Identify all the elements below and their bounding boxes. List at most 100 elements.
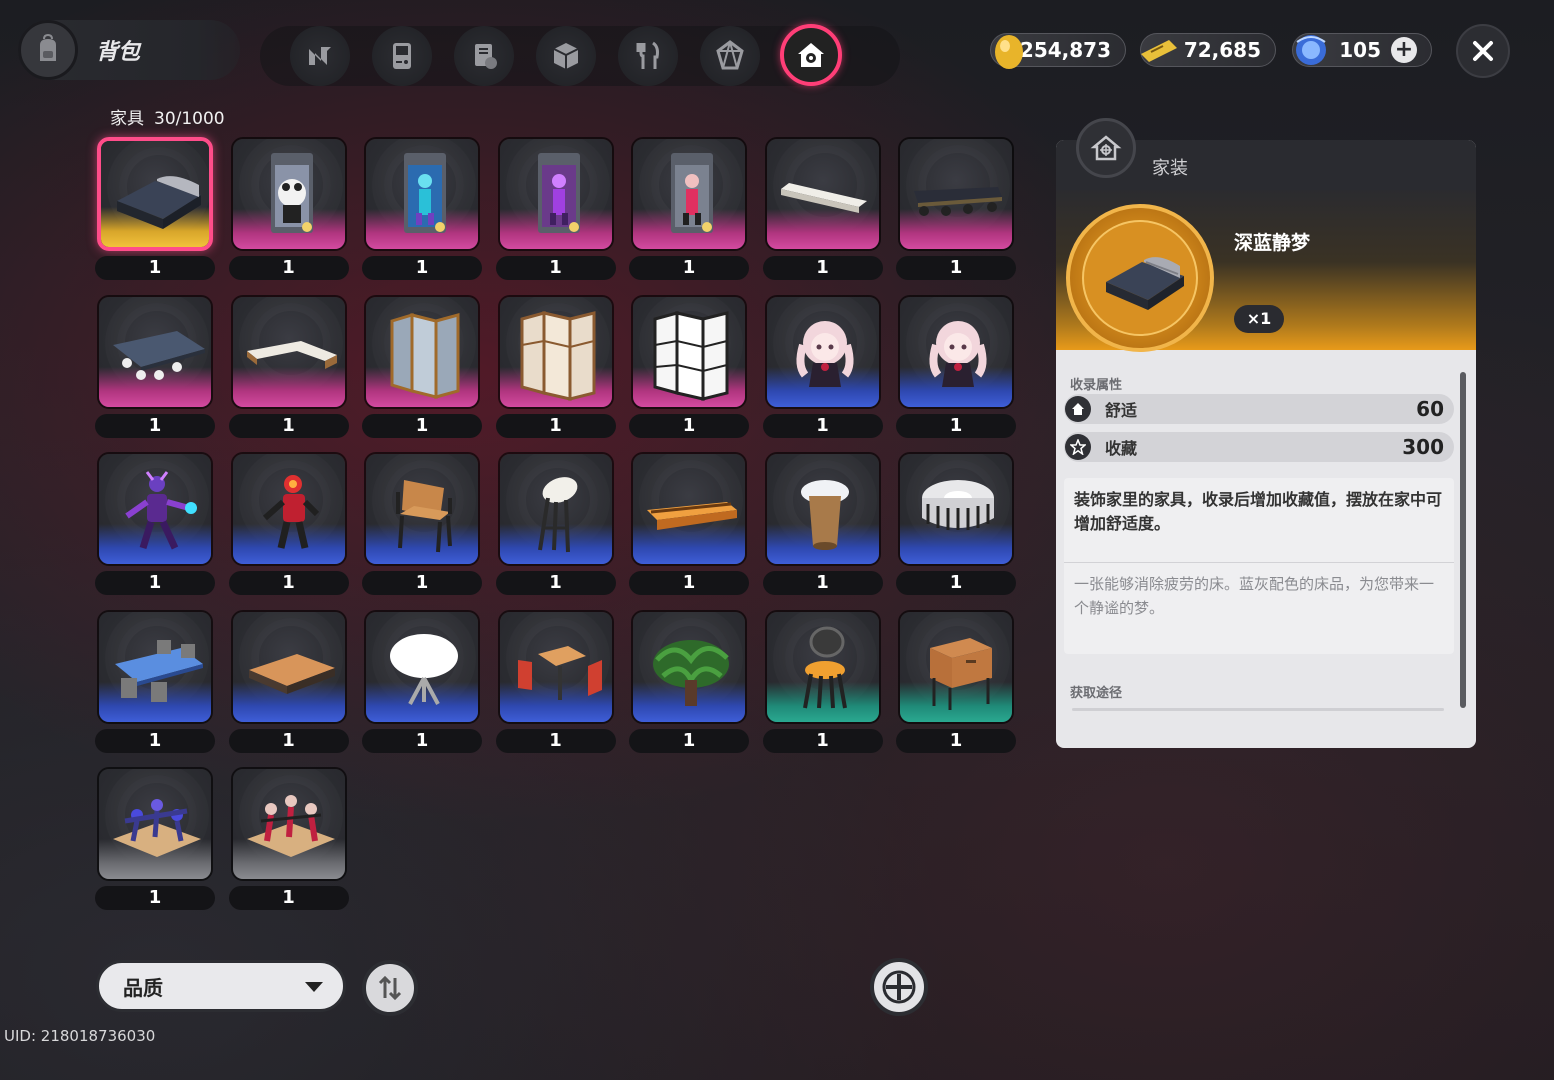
item-card-doll-girl[interactable] [764, 294, 881, 409]
item-card-figure-purple[interactable] [97, 452, 213, 566]
wood-platform-icon [248, 653, 335, 694]
item-card-cafe-set[interactable] [497, 609, 614, 724]
inventory-slot[interactable]: 1 [491, 447, 625, 602]
category-tab-strip [260, 24, 900, 86]
close-button[interactable] [1456, 24, 1510, 78]
item-card-table-black[interactable] [898, 137, 1014, 251]
crystal-icon [716, 40, 744, 70]
item-count: 1 [95, 256, 215, 280]
tab-furniture[interactable] [780, 24, 842, 86]
item-card-plant[interactable] [631, 609, 747, 724]
inventory-slot[interactable]: 1 [491, 132, 625, 287]
bar-stool-icon [537, 477, 577, 553]
item-card-planter-box[interactable] [631, 452, 747, 566]
item-card-figure-red[interactable] [230, 452, 347, 566]
currency-ticket: 72,685 [1140, 33, 1276, 67]
inventory-slot[interactable]: 1 [758, 290, 892, 445]
item-card-plank[interactable] [764, 137, 881, 251]
card-hero-red-icon [671, 153, 713, 233]
item-card-screen-glass[interactable] [364, 294, 480, 409]
inventory-slot[interactable]: 1 [357, 605, 491, 760]
pouf-icon [922, 480, 994, 530]
item-card-dining-table-blue[interactable] [97, 609, 213, 724]
inventory-slot[interactable]: 1 [224, 290, 358, 445]
item-card-armchair[interactable] [364, 452, 480, 566]
tab-box[interactable] [536, 26, 596, 86]
inventory-slot[interactable]: 1 [758, 605, 892, 760]
sort-order-button[interactable] [362, 960, 418, 1016]
inventory-slot[interactable]: 1 [891, 132, 1025, 287]
move-cross-icon [882, 970, 916, 1004]
bed-icon [117, 176, 201, 229]
tab-book[interactable] [454, 26, 514, 86]
inventory-slot[interactable]: 1 [491, 605, 625, 760]
sort-arrows-icon [378, 975, 402, 1001]
expand-button[interactable] [870, 958, 928, 1016]
item-count: 1 [228, 413, 349, 438]
stat-name: 收藏 [1105, 439, 1138, 458]
inventory-slot[interactable]: 1 [90, 290, 224, 445]
tab-food[interactable] [618, 26, 678, 86]
inventory-slot[interactable]: 1 [224, 132, 358, 287]
item-count: 1 [228, 728, 349, 753]
item-card-wood-platform[interactable] [230, 609, 347, 724]
inventory-slot[interactable]: 1 [624, 290, 758, 445]
inventory-slot[interactable]: 1 [357, 290, 491, 445]
stat-row-comfort: 舒适 60 [1064, 394, 1454, 424]
item-card-diorama-red[interactable] [230, 767, 347, 881]
item-card-round-table[interactable] [764, 452, 881, 566]
round-table-icon [800, 480, 849, 550]
tab-gameboy[interactable] [372, 26, 432, 86]
tab-n-logo[interactable] [290, 26, 350, 86]
sort-select[interactable]: 品质 [96, 960, 346, 1012]
item-card-bar-stool[interactable] [497, 452, 614, 566]
item-card-screen-paper[interactable] [497, 294, 614, 409]
item-card-card-panda[interactable] [230, 137, 347, 251]
item-card-card-hero-red[interactable] [631, 137, 747, 251]
item-count: 1 [762, 728, 883, 753]
figure-red-icon [262, 475, 319, 549]
inventory-slot[interactable]: 1 [90, 605, 224, 760]
stat-value: 60 [1416, 397, 1444, 421]
item-card-card-hero-purple[interactable] [497, 137, 614, 251]
item-card-l-counter[interactable] [230, 294, 347, 409]
tab-crystal[interactable] [700, 26, 760, 86]
inventory-slot[interactable]: 1 [758, 447, 892, 602]
inventory-slot[interactable]: 1 [357, 132, 491, 287]
inventory-slot[interactable]: 1 [624, 132, 758, 287]
item-count: 1 [228, 886, 349, 910]
inventory-slot[interactable]: 1 [891, 447, 1025, 602]
card-panda-icon [270, 153, 313, 233]
add-currency-button[interactable]: + [1391, 37, 1417, 63]
inventory-slot[interactable]: 1 [891, 605, 1025, 760]
inventory-slot[interactable]: 1 [90, 447, 224, 602]
inventory-slot[interactable]: 1 [90, 762, 224, 917]
item-card-screen-white[interactable] [631, 294, 747, 409]
detail-scrollbar[interactable] [1460, 372, 1466, 708]
l-counter-icon [246, 340, 337, 369]
item-card-pouf[interactable] [898, 452, 1014, 566]
item-count: 1 [896, 571, 1016, 595]
inventory-slot[interactable]: 1 [357, 447, 491, 602]
dining-table-blue-icon [115, 639, 203, 702]
card-hero-purple-icon [537, 153, 580, 233]
item-card-nightstand[interactable] [898, 609, 1014, 724]
item-card-long-table[interactable] [97, 294, 213, 409]
inventory-slot[interactable]: 1 [224, 605, 358, 760]
item-card-white-table[interactable] [364, 609, 480, 724]
inventory-slot[interactable]: 1 [624, 605, 758, 760]
inventory-slot[interactable]: 1 [758, 132, 892, 287]
item-card-card-hero-blue[interactable] [364, 137, 480, 251]
planter-box-icon [647, 502, 737, 530]
inventory-slot[interactable]: 1 [224, 447, 358, 602]
inventory-slot[interactable]: 1 [624, 447, 758, 602]
sort-label: 品质 [123, 975, 163, 1000]
inventory-slot[interactable]: 1 [224, 762, 358, 917]
item-card-doll-girl[interactable] [898, 294, 1014, 409]
inventory-slot[interactable]: 1 [90, 132, 224, 287]
item-card-chair-green[interactable] [764, 609, 881, 724]
item-card-diorama-blue[interactable] [97, 767, 213, 881]
inventory-slot[interactable]: 1 [491, 290, 625, 445]
inventory-slot[interactable]: 1 [891, 290, 1025, 445]
item-card-bed[interactable] [97, 137, 213, 251]
